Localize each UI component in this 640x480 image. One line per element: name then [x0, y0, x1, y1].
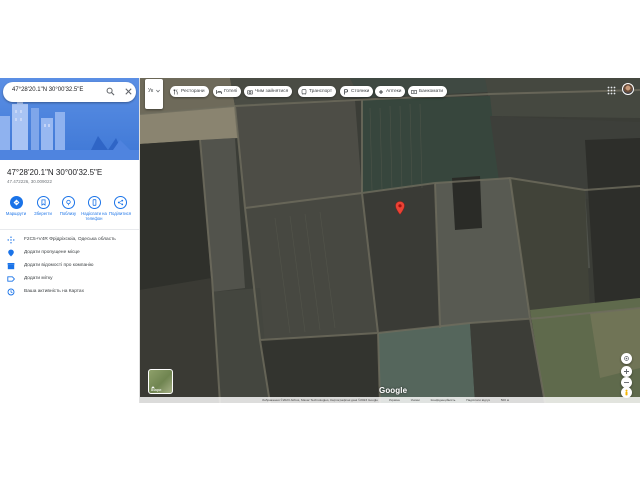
chip-label: Аптеки	[386, 89, 402, 94]
layers-button[interactable]: Шари	[148, 369, 173, 394]
attribution-text: Зображення ©2023 Airbus, Maxar Technolog…	[262, 398, 378, 402]
chip-things-to-do[interactable]: Чим зайнятися	[244, 86, 293, 97]
side-panel: 47°28'20.1"N 30°00'32.5"E 47°28'20.1"N 3…	[0, 78, 140, 403]
avatar[interactable]	[622, 83, 634, 95]
activity-row[interactable]: Ваша активність на Картах	[0, 286, 139, 299]
nearby-icon	[61, 196, 75, 209]
zoom-in-button[interactable]	[621, 366, 632, 377]
chevron-down-icon	[156, 89, 160, 93]
chip-atms[interactable]: Банкомати	[408, 86, 448, 97]
chip-label: Банкомати	[419, 89, 444, 94]
privacy-link[interactable]: Конфіденційність	[431, 398, 456, 402]
add-label-row[interactable]: Додати мітку	[0, 273, 139, 286]
transit-icon	[301, 88, 307, 95]
label-icon	[7, 276, 15, 282]
my-location-icon	[624, 356, 629, 361]
share-label: Поділитися	[108, 211, 132, 216]
place-title: 47°28'20.1"N 30°00'32.5"E	[7, 168, 103, 177]
feedback-link[interactable]: Надіслати відгук	[466, 398, 490, 402]
plus-icon	[624, 369, 629, 374]
add-place-icon	[8, 249, 14, 257]
layers-label: Шари	[151, 387, 162, 392]
plus-code-text: F2C5+V4R Фрідріхсюіа, Одеська область	[24, 237, 116, 242]
place-hero-image: 47°28'20.1"N 30°00'32.5"E	[0, 78, 139, 160]
nearby-button[interactable]: Поблизу	[54, 194, 82, 216]
plus-code-icon	[7, 236, 15, 244]
google-logo: Google	[379, 386, 408, 395]
directions-button[interactable]: Маршрути	[2, 194, 30, 216]
search-input[interactable]: 47°28'20.1"N 30°00'32.5"E	[12, 87, 83, 93]
phone-icon	[87, 196, 101, 209]
terms-link[interactable]: Умови	[411, 398, 420, 402]
directions-icon	[9, 196, 23, 209]
add-business-row[interactable]: Додати відомості про компанію	[0, 260, 139, 273]
action-bar: Маршрути Зберегти Поблизу Надіслати на т…	[0, 194, 139, 224]
add-place-row[interactable]: Додати пропущене місце	[0, 247, 139, 260]
close-icon[interactable]	[124, 87, 133, 96]
share-icon	[113, 196, 127, 209]
hotel-icon	[216, 89, 222, 94]
search-box[interactable]: 47°28'20.1"N 30°00'32.5"E	[3, 82, 136, 102]
search-icon[interactable]	[106, 87, 115, 96]
directions-label: Маршрути	[5, 211, 27, 216]
place-coordinates: 47.472226, 30.009022	[7, 179, 53, 184]
add-place-text: Додати пропущене місце	[24, 250, 80, 255]
pharmacy-icon	[379, 89, 383, 94]
send-to-phone-button[interactable]: Надіслати на телефон	[80, 194, 108, 221]
send-to-phone-label: Надіслати на телефон	[81, 211, 107, 221]
camera-icon	[247, 89, 253, 94]
business-icon	[7, 263, 15, 270]
save-label: Зберегти	[34, 211, 52, 216]
satellite-map[interactable]: Ук Ресторани Готелі Чим зайнятися Трансп…	[140, 78, 640, 403]
chip-label: Ресторани	[181, 89, 205, 94]
language-menu[interactable]: Ук	[145, 79, 163, 109]
chip-parking[interactable]: Стоянки	[340, 86, 374, 97]
maps-window: 47°28'20.1"N 30°00'32.5"E 47°28'20.1"N 3…	[0, 78, 640, 403]
activity-text: Ваша активність на Картах	[24, 289, 84, 294]
chip-label: Стоянки	[351, 89, 370, 94]
bookmark-icon	[36, 196, 50, 209]
location-pin-icon[interactable]	[395, 201, 405, 215]
plus-code-row[interactable]: F2C5+V4R Фрідріхсюіа, Одеська область	[0, 234, 139, 247]
divider	[0, 229, 139, 230]
scale-label: 500 м	[500, 398, 509, 402]
chip-label: Транспорт	[309, 89, 333, 94]
country-link[interactable]: Україна	[389, 398, 400, 402]
save-button[interactable]: Зберегти	[29, 194, 57, 216]
menu-label: Ук	[148, 88, 154, 94]
restaurant-icon	[173, 88, 178, 94]
my-location-button[interactable]	[621, 353, 632, 364]
chip-transit[interactable]: Транспорт	[298, 86, 337, 97]
atm-icon	[411, 89, 417, 94]
map-footer: Зображення ©2023 Airbus, Maxar Technolog…	[140, 397, 640, 403]
chip-label: Готелі	[224, 89, 238, 94]
chip-label: Чим зайнятися	[255, 89, 289, 94]
chip-pharmacies[interactable]: Аптеки	[375, 86, 406, 97]
chip-hotels[interactable]: Готелі	[213, 86, 242, 97]
minus-icon	[624, 382, 629, 383]
chip-restaurants[interactable]: Ресторани	[170, 86, 209, 97]
google-apps-icon[interactable]	[607, 86, 616, 95]
satellite-imagery	[140, 78, 640, 403]
pegman-icon	[625, 389, 628, 396]
add-label-text: Додати мітку	[24, 276, 53, 281]
parking-icon	[344, 88, 348, 94]
add-business-text: Додати відомості про компанію	[24, 263, 94, 268]
share-button[interactable]: Поділитися	[106, 194, 134, 216]
nearby-label: Поблизу	[59, 211, 77, 216]
history-icon	[7, 288, 15, 296]
